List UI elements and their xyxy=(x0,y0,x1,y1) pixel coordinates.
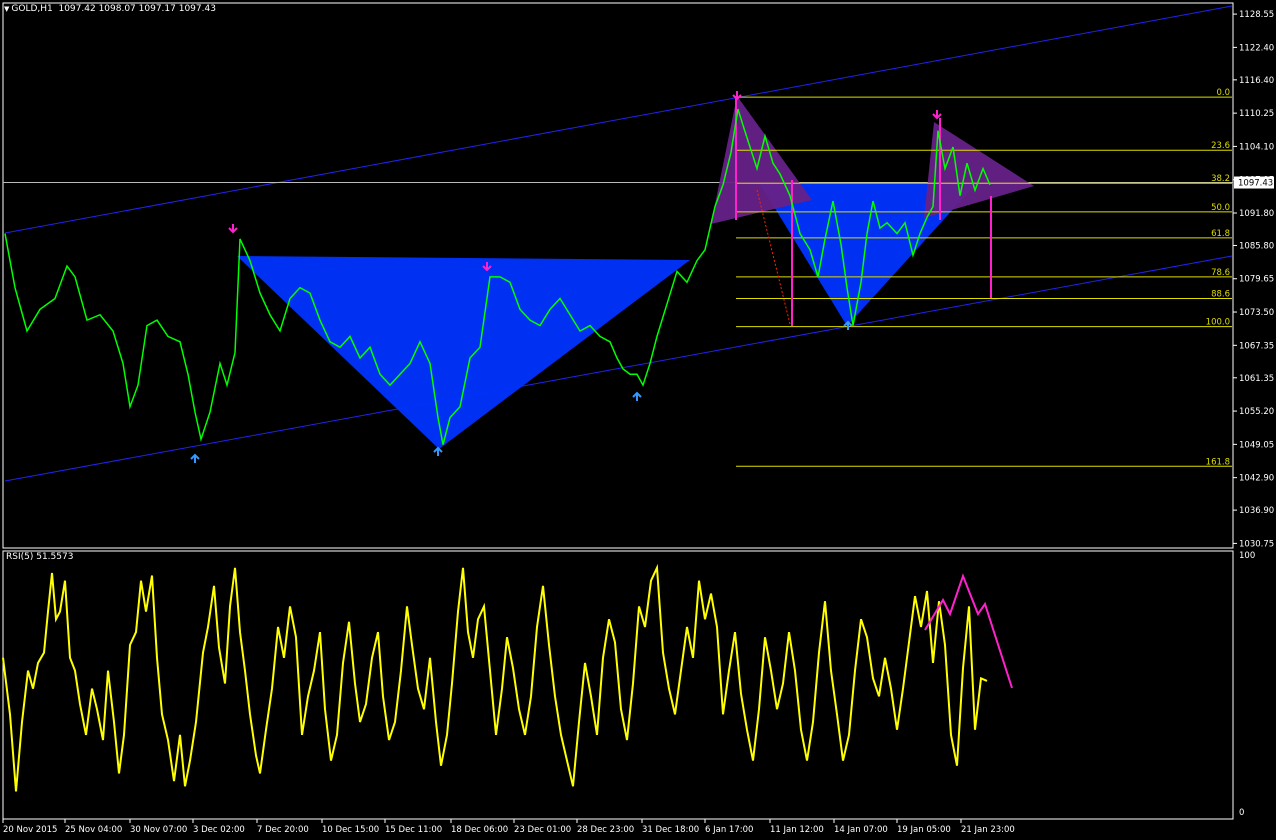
fib-level-label: 38.2 xyxy=(1211,174,1230,184)
price-axis-tick: 1104.10 xyxy=(1239,142,1274,152)
time-axis-tick: 31 Dec 18:00 xyxy=(642,825,699,835)
price-axis-tick: 1061.35 xyxy=(1239,374,1274,384)
time-axis-tick: 3 Dec 02:00 xyxy=(193,825,245,835)
fib-level-label: 50.0 xyxy=(1211,203,1230,213)
rsi-axis-tick: 100 xyxy=(1239,551,1255,561)
time-axis-tick: 15 Dec 11:00 xyxy=(385,825,442,835)
price-axis-tick: 1128.55 xyxy=(1239,10,1274,20)
rsi-axis-tick: 0 xyxy=(1239,808,1244,818)
fractal-up-arrow-icon xyxy=(433,446,443,456)
time-axis-tick: 11 Jan 12:00 xyxy=(770,825,824,835)
time-axis-tick: 20 Nov 2015 xyxy=(3,825,57,835)
price-axis-tick: 1073.50 xyxy=(1239,308,1274,318)
time-axis-tick: 6 Jan 17:00 xyxy=(705,825,753,835)
price-axis-tick: 1110.25 xyxy=(1239,109,1274,119)
time-axis-tick: 21 Jan 23:00 xyxy=(961,825,1015,835)
rsi-pattern-line xyxy=(924,573,1013,689)
fractal-down-arrow-icon xyxy=(932,110,942,120)
time-axis-tick: 7 Dec 20:00 xyxy=(257,825,309,835)
price-axis-tick: 1122.40 xyxy=(1239,43,1274,53)
price-axis-tick: 1030.75 xyxy=(1239,539,1274,549)
fractal-up-arrow-icon xyxy=(843,320,853,330)
time-axis-tick: 18 Dec 06:00 xyxy=(451,825,508,835)
price-axis-tick: 1091.80 xyxy=(1239,209,1274,219)
time-axis-tick: 28 Dec 23:00 xyxy=(577,825,634,835)
time-axis-tick: 19 Jan 05:00 xyxy=(897,825,951,835)
fib-level-label: 100.0 xyxy=(1206,318,1230,328)
price-axis-tick: 1085.80 xyxy=(1239,241,1274,251)
channel-upper-line xyxy=(4,5,1233,234)
current-price-label: 1097.43 xyxy=(1238,179,1273,189)
time-axis-tick: 10 Dec 15:00 xyxy=(322,825,379,835)
price-axis-tick: 1116.40 xyxy=(1239,76,1274,86)
fib-level-label: 88.6 xyxy=(1211,290,1230,300)
price-axis-tick: 1055.20 xyxy=(1239,407,1274,417)
price-axis-tick: 1042.90 xyxy=(1239,474,1274,484)
fractal-down-arrow-icon xyxy=(228,224,238,234)
fib-level-label: 78.6 xyxy=(1211,268,1230,278)
price-axis-tick: 1036.90 xyxy=(1239,506,1274,516)
time-axis-tick: 23 Dec 01:00 xyxy=(514,825,571,835)
fib-level-label: 23.6 xyxy=(1211,141,1230,151)
fractal-up-arrow-icon xyxy=(190,453,200,463)
rsi-line xyxy=(2,563,988,792)
fractal-up-arrow-icon xyxy=(632,391,642,401)
fib-level-label: 0.0 xyxy=(1216,88,1230,98)
fib-level-label: 161.8 xyxy=(1206,457,1230,467)
pattern-triangle-left xyxy=(237,256,690,449)
time-axis-tick: 14 Jan 07:00 xyxy=(834,825,888,835)
time-axis-tick: 30 Nov 07:00 xyxy=(130,825,187,835)
price-axis-tick: 1049.05 xyxy=(1239,440,1274,450)
chart-canvas[interactable]: 0.0 23.6 38.2 50.0 61.8 78.6 88.6 100.0 161.8 112… xyxy=(0,0,1276,840)
fib-level-label: 61.8 xyxy=(1211,229,1230,239)
time-axis-tick: 25 Nov 04:00 xyxy=(65,825,122,835)
price-axis-tick: 1067.35 xyxy=(1239,341,1274,351)
price-axis-tick: 1079.65 xyxy=(1239,275,1274,285)
